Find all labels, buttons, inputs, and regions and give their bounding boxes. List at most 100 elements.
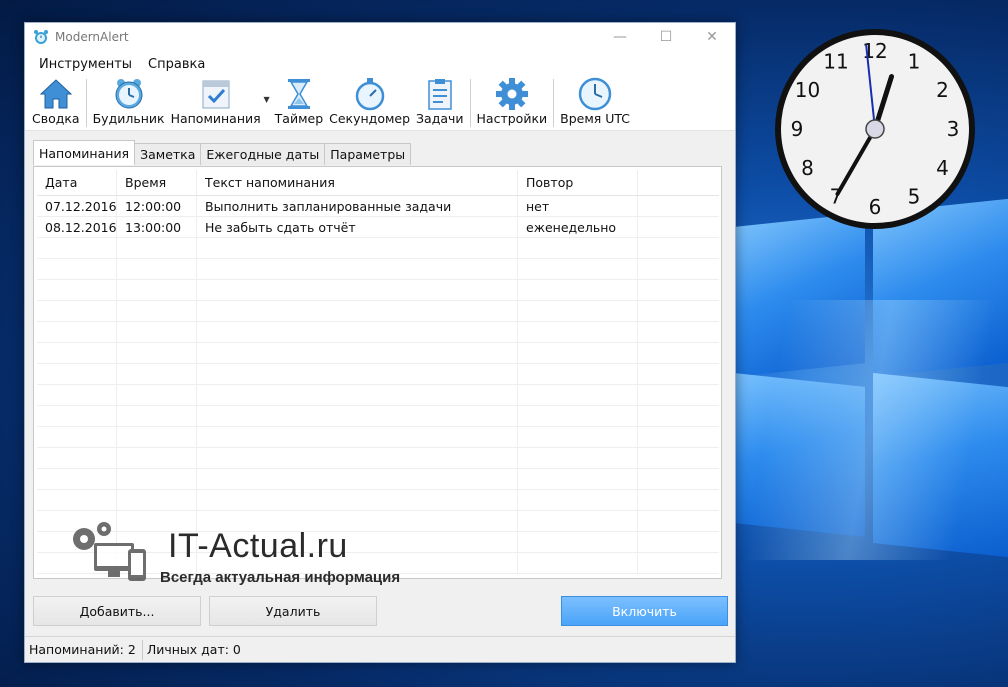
empty-table-row (37, 469, 719, 490)
cell-date: 08.12.2016 (37, 217, 117, 237)
column-header-repeat[interactable]: Повтор (518, 170, 638, 195)
empty-cell (638, 511, 719, 531)
dropdown-arrow-icon[interactable]: ▼ (264, 95, 270, 104)
empty-cell (117, 238, 197, 258)
empty-cell (117, 406, 197, 426)
close-button[interactable]: ✕ (689, 23, 735, 51)
empty-cell (518, 553, 638, 573)
clock-numeral: 1 (908, 49, 921, 73)
empty-table-row (37, 280, 719, 301)
empty-cell (117, 427, 197, 447)
empty-cell (518, 532, 638, 552)
empty-cell (197, 469, 518, 489)
cell-text: Выполнить запланированные задачи (197, 196, 518, 216)
app-window: ModernAlert — ☐ ✕ Инструменты Справка Св… (24, 22, 736, 663)
gear-icon (495, 78, 528, 110)
toolbar-settings-button[interactable]: Настройки (474, 77, 551, 131)
empty-cell (117, 343, 197, 363)
column-header-date[interactable]: Дата (37, 170, 117, 195)
column-header-time[interactable]: Время (117, 170, 197, 195)
empty-cell (197, 364, 518, 384)
tab-reminders[interactable]: Напоминания (33, 140, 136, 165)
empty-cell (518, 301, 638, 321)
maximize-button[interactable]: ☐ (643, 23, 689, 51)
add-button[interactable]: Добавить... (33, 596, 201, 626)
column-header-empty[interactable] (638, 170, 719, 195)
cell-date: 07.12.2016 (37, 196, 117, 216)
empty-cell (638, 385, 719, 405)
clock-numeral: 5 (908, 185, 921, 209)
cell-repeat: нет (518, 196, 638, 216)
empty-table-row (37, 385, 719, 406)
clock-gadget[interactable]: 12 1234567891011 (772, 26, 978, 232)
empty-cell (518, 259, 638, 279)
empty-table-row (37, 238, 719, 259)
empty-table-row (37, 406, 719, 427)
clock-numeral: 9 (791, 117, 804, 141)
empty-cell (638, 280, 719, 300)
empty-cell (37, 322, 117, 342)
clock-icon (578, 77, 612, 111)
minimize-button[interactable]: — (597, 23, 643, 51)
toolbar-separator (553, 79, 555, 127)
tab-parameters[interactable]: Параметры (324, 143, 412, 165)
empty-cell (37, 406, 117, 426)
toolbar-separator (469, 79, 471, 127)
empty-cell (117, 322, 197, 342)
clock-numeral: 3 (947, 117, 960, 141)
toolbar-stopwatch-button[interactable]: Секундомер (326, 77, 413, 131)
house-icon (39, 79, 73, 109)
window-title: ModernAlert (55, 30, 129, 44)
table-row[interactable]: 07.12.2016 12:00:00 Выполнить запланиров… (37, 196, 719, 217)
empty-cell (37, 448, 117, 468)
cell-empty (638, 196, 719, 216)
title-bar[interactable]: ModernAlert — ☐ ✕ (25, 23, 735, 51)
toolbar-tasks-button[interactable]: Задачи (413, 77, 467, 131)
toolbar-utc-button[interactable]: Время UTC (557, 77, 633, 131)
watermark-title: IT-Actual.ru (168, 527, 348, 565)
empty-cell (197, 280, 518, 300)
toolbar-alarm-button[interactable]: Будильник (90, 77, 168, 131)
empty-cell (117, 385, 197, 405)
calendar-check-icon (202, 80, 230, 109)
menu-help[interactable]: Справка (140, 57, 213, 72)
empty-table-row (37, 301, 719, 322)
tab-annual-dates[interactable]: Ежегодные даты (200, 143, 326, 165)
empty-table-row (37, 448, 719, 469)
tab-note[interactable]: Заметка (134, 143, 202, 165)
cell-text: Не забыть сдать отчёт (197, 217, 518, 237)
menu-bar: Инструменты Справка (25, 51, 735, 77)
empty-cell (37, 280, 117, 300)
empty-cell (638, 553, 719, 573)
delete-button[interactable]: Удалить (209, 596, 377, 626)
empty-cell (638, 469, 719, 489)
menu-tools[interactable]: Инструменты (31, 57, 140, 72)
empty-cell (638, 532, 719, 552)
light-beam (720, 300, 1008, 560)
empty-cell (37, 364, 117, 384)
clock-numeral: 8 (801, 156, 814, 180)
enable-button[interactable]: Включить (561, 596, 728, 626)
empty-cell (117, 364, 197, 384)
empty-cell (197, 238, 518, 258)
empty-cell (37, 238, 117, 258)
toolbar-timer-button[interactable]: Таймер (272, 77, 326, 131)
cell-repeat: еженедельно (518, 217, 638, 237)
devices-gear-logo (73, 522, 146, 581)
column-header-text[interactable]: Текст напоминания (197, 170, 518, 195)
clipboard-icon (428, 79, 452, 110)
empty-cell (518, 385, 638, 405)
empty-table-row (37, 259, 719, 280)
toolbar-summary-button[interactable]: Сводка (29, 77, 83, 131)
toolbar-reminders-button[interactable]: Напоминания ▼ (168, 77, 270, 131)
empty-cell (638, 301, 719, 321)
alarm-clock-icon (115, 79, 143, 109)
empty-cell (518, 427, 638, 447)
stopwatch-icon (355, 78, 384, 111)
table-row[interactable]: 08.12.2016 13:00:00 Не забыть сдать отчё… (37, 217, 719, 238)
watermark-subtitle: Всегда актуальная информация (160, 569, 401, 586)
toolbar-separator (85, 79, 87, 127)
empty-cell (117, 301, 197, 321)
reminders-table[interactable]: Дата Время Текст напоминания Повтор 07.1… (37, 170, 719, 574)
empty-cell (518, 448, 638, 468)
